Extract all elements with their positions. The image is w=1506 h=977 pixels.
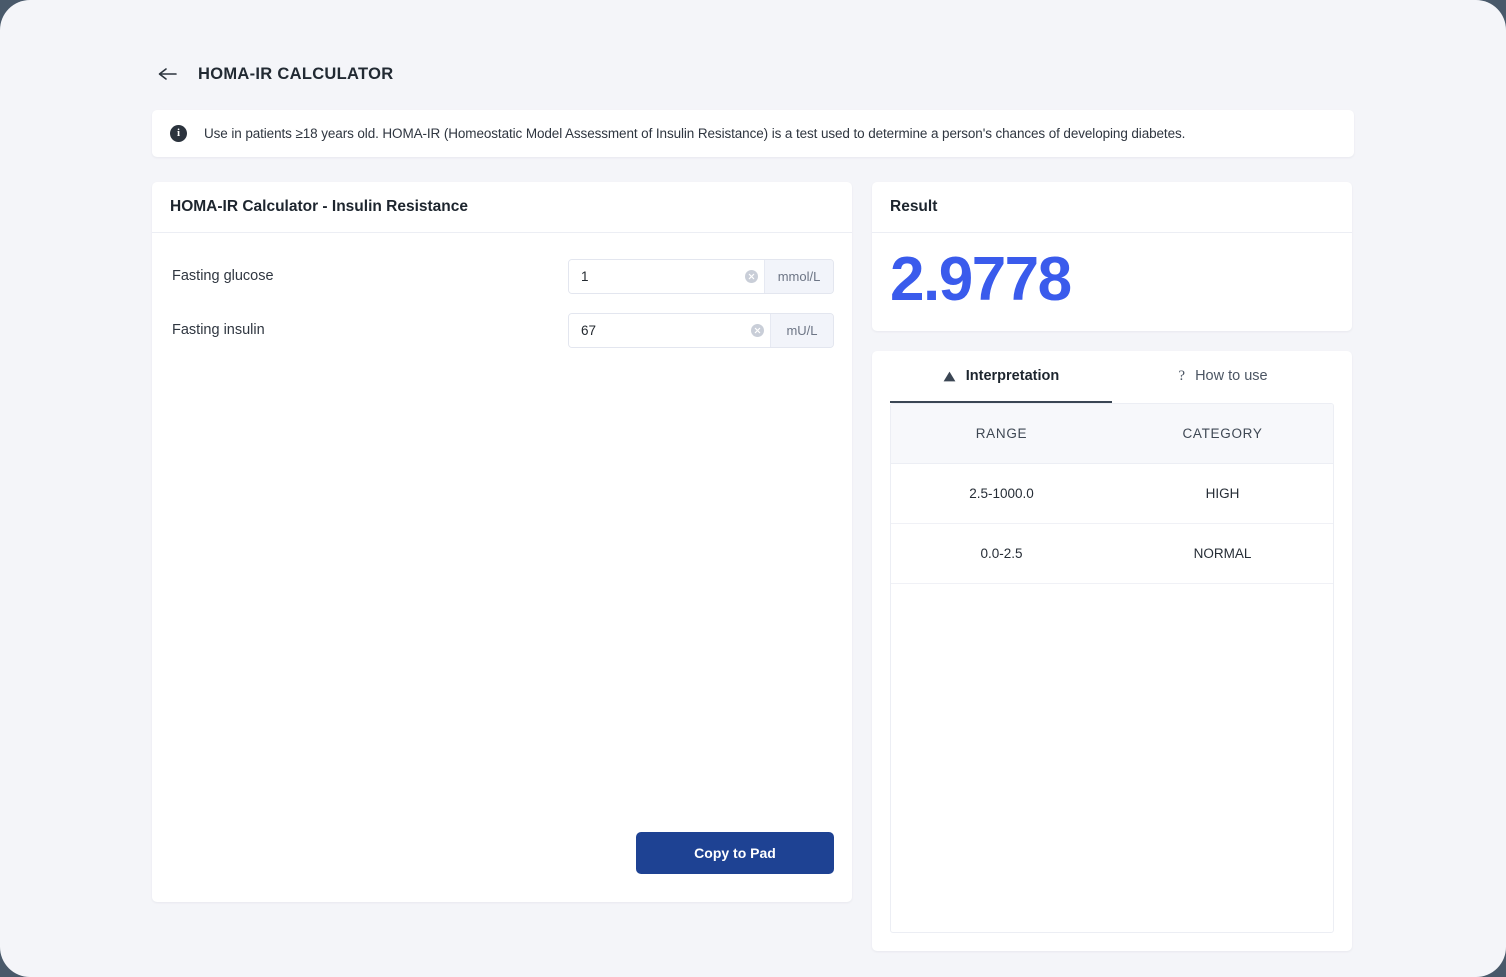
- interpretation-table: RANGE CATEGORY 2.5-1000.0 HIGH 0.0-2.5 N…: [891, 404, 1333, 584]
- page-content: HOMA-IR CALCULATOR i Use in patients ≥18…: [0, 0, 1506, 977]
- result-column: Result 2.9778 Interpretation ? How to us…: [872, 182, 1352, 951]
- cell-category: HIGH: [1112, 463, 1333, 524]
- copy-to-pad-button[interactable]: Copy to Pad: [636, 832, 834, 874]
- page-header: HOMA-IR CALCULATOR: [152, 56, 1354, 92]
- table-row: 0.0-2.5 NORMAL: [891, 523, 1333, 584]
- question-mark-icon: ?: [1178, 367, 1186, 384]
- fasting-glucose-input[interactable]: [569, 259, 738, 293]
- table-header-row: RANGE CATEGORY: [891, 404, 1333, 464]
- tab-interpretation[interactable]: Interpretation: [890, 351, 1112, 403]
- result-card: Result 2.9778: [872, 182, 1352, 331]
- column-header-category: CATEGORY: [1112, 404, 1333, 464]
- cell-category: NORMAL: [1112, 523, 1333, 584]
- calculator-title: HOMA-IR Calculator - Insulin Resistance: [152, 182, 852, 233]
- table-row: 2.5-1000.0 HIGH: [891, 463, 1333, 524]
- tab-how-to-use[interactable]: ? How to use: [1112, 351, 1334, 403]
- calculator-spacer: [170, 357, 834, 832]
- interpretation-card: Interpretation ? How to use RANGE CATEGO…: [872, 351, 1352, 951]
- result-value: 2.9778: [890, 245, 1072, 314]
- tab-bar: Interpretation ? How to use: [872, 351, 1352, 403]
- content-columns: HOMA-IR Calculator - Insulin Resistance …: [152, 182, 1354, 951]
- field-row-fasting-insulin: Fasting insulin mU/L: [170, 303, 834, 357]
- cell-range: 0.0-2.5: [891, 523, 1112, 584]
- column-header-range: RANGE: [891, 404, 1112, 464]
- clear-circle-icon[interactable]: [744, 313, 770, 347]
- fasting-glucose-label: Fasting glucose: [172, 268, 274, 284]
- fasting-glucose-input-group: mmol/L: [568, 258, 834, 294]
- calculator-actions: Copy to Pad: [170, 832, 834, 884]
- tab-how-to-use-label: How to use: [1195, 368, 1268, 384]
- info-banner-text: Use in patients ≥18 years old. HOMA-IR (…: [204, 126, 1186, 141]
- arrow-left-icon[interactable]: [154, 61, 180, 87]
- fasting-insulin-input[interactable]: [569, 313, 744, 347]
- calculator-column: HOMA-IR Calculator - Insulin Resistance …: [152, 182, 852, 902]
- info-icon: i: [170, 125, 187, 142]
- fasting-insulin-input-group: mU/L: [568, 312, 834, 348]
- info-banner: i Use in patients ≥18 years old. HOMA-IR…: [152, 110, 1354, 157]
- tab-interpretation-label: Interpretation: [965, 368, 1060, 384]
- clear-circle-icon[interactable]: [738, 259, 764, 293]
- calculator-card: HOMA-IR Calculator - Insulin Resistance …: [152, 182, 852, 902]
- cell-range: 2.5-1000.0: [891, 463, 1112, 524]
- calculator-body: Fasting glucose mmol/L: [152, 233, 852, 902]
- fasting-glucose-unit: mmol/L: [764, 259, 833, 293]
- result-body: 2.9778: [872, 233, 1352, 331]
- fasting-insulin-unit: mU/L: [770, 313, 833, 347]
- result-title: Result: [872, 182, 1352, 233]
- fasting-insulin-label: Fasting insulin: [172, 322, 265, 338]
- warning-triangle-icon: [943, 371, 956, 382]
- interpretation-table-wrap: RANGE CATEGORY 2.5-1000.0 HIGH 0.0-2.5 N…: [890, 403, 1334, 933]
- field-row-fasting-glucose: Fasting glucose mmol/L: [170, 249, 834, 303]
- page-title: HOMA-IR CALCULATOR: [198, 64, 394, 83]
- app-window: HOMA-IR CALCULATOR i Use in patients ≥18…: [0, 0, 1506, 977]
